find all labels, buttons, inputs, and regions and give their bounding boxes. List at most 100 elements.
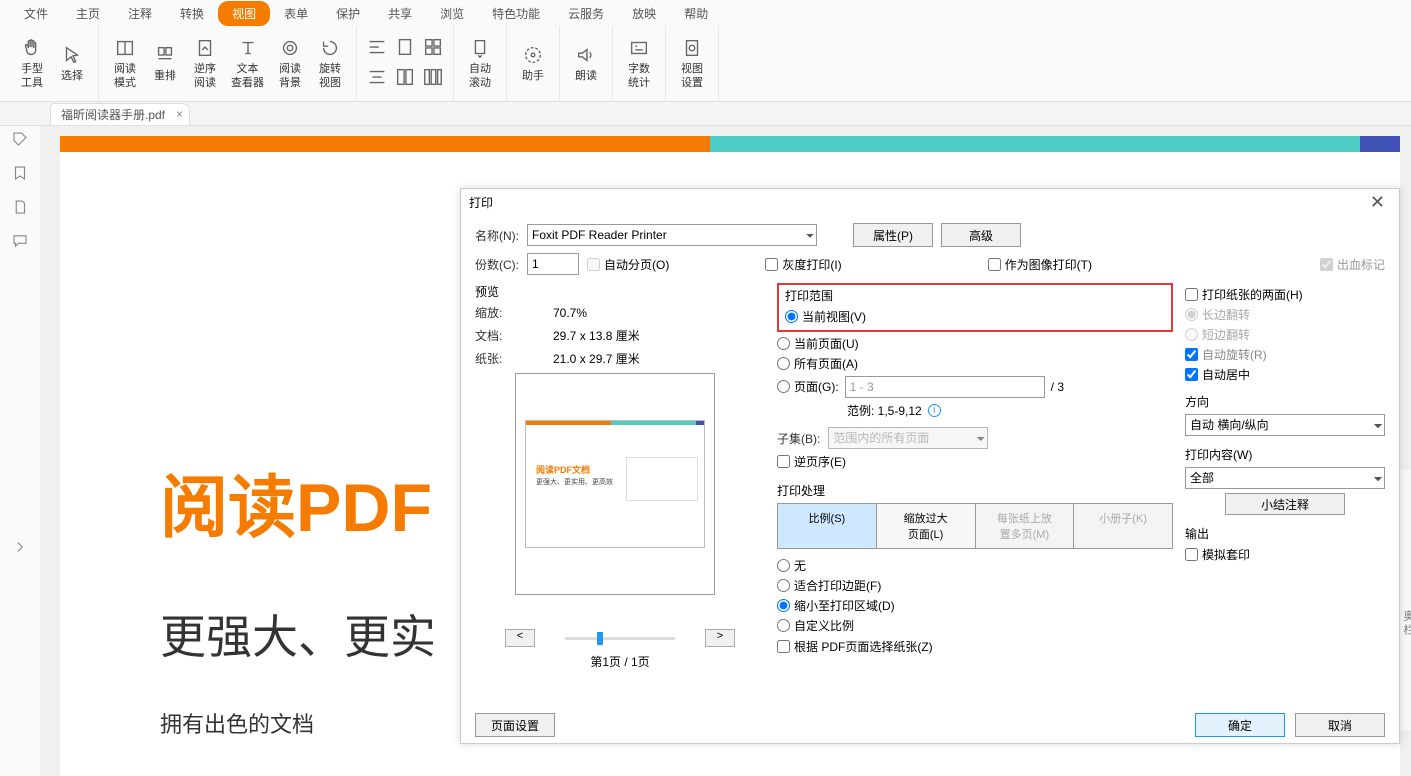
ok-button[interactable]: 确定 bbox=[1195, 713, 1285, 737]
handling-fit-tab[interactable]: 缩放过大页面(L) bbox=[877, 504, 976, 548]
advanced-button[interactable]: 高级 bbox=[941, 223, 1021, 247]
grid-1-button[interactable] bbox=[391, 35, 419, 63]
menu-item-4[interactable]: 视图 bbox=[218, 1, 270, 26]
rotate-view-button[interactable]: 旋转视图 bbox=[310, 32, 350, 96]
zoom-value: 70.7% bbox=[553, 306, 587, 320]
long-edge-radio: 长边翻转 bbox=[1185, 306, 1385, 323]
text-viewer-button[interactable]: 文本查看器 bbox=[225, 32, 270, 96]
menu-item-8[interactable]: 浏览 bbox=[426, 1, 478, 26]
properties-button[interactable]: 属性(P) bbox=[853, 223, 933, 247]
rearrange-button[interactable]: 重排 bbox=[145, 32, 185, 96]
menu-item-7[interactable]: 共享 bbox=[374, 1, 426, 26]
grayscale-checkbox[interactable]: 灰度打印(I) bbox=[765, 256, 841, 273]
output-label: 输出 bbox=[1185, 525, 1385, 542]
grid-3-button[interactable] bbox=[419, 35, 447, 63]
menu-item-9[interactable]: 特色功能 bbox=[478, 1, 554, 26]
print-as-image-checkbox[interactable]: 作为图像打印(T) bbox=[988, 256, 1092, 273]
document-tab[interactable]: 福昕阅读器手册.pdf × bbox=[50, 103, 190, 125]
reverse-read-button[interactable]: 逆序阅读 bbox=[185, 32, 225, 96]
handling-booklet-tab: 小册子(K) bbox=[1074, 504, 1172, 548]
menu-item-5[interactable]: 表单 bbox=[270, 1, 322, 26]
next-page-button[interactable]: > bbox=[705, 629, 735, 647]
menu-item-10[interactable]: 云服务 bbox=[554, 1, 618, 26]
scale-shrink-radio[interactable]: 缩小至打印区域(D) bbox=[777, 597, 1173, 614]
menu-item-12[interactable]: 帮助 bbox=[670, 1, 722, 26]
menu-item-11[interactable]: 放映 bbox=[618, 1, 670, 26]
select-button[interactable]: 选择 bbox=[52, 32, 92, 96]
handling-label: 打印处理 bbox=[777, 482, 1173, 499]
info-icon[interactable]: i bbox=[928, 404, 941, 417]
copies-input[interactable] bbox=[527, 253, 579, 275]
tab-label: 福昕阅读器手册.pdf bbox=[61, 106, 165, 123]
bookmark-icon[interactable] bbox=[11, 164, 29, 182]
handling-scale-tab[interactable]: 比例(S) bbox=[778, 504, 877, 548]
range-total-label: / 3 bbox=[1051, 380, 1064, 394]
range-pages-radio[interactable]: 页面(G): bbox=[777, 378, 839, 395]
page-setup-button[interactable]: 页面设置 bbox=[475, 713, 555, 737]
menu-item-3[interactable]: 转换 bbox=[166, 1, 218, 26]
preview-panel: 预览 缩放:70.7% 文档:29.7 x 13.8 厘米 纸张:21.0 x … bbox=[475, 283, 765, 670]
read-bg-button[interactable]: 阅读背景 bbox=[270, 32, 310, 96]
text-icon bbox=[237, 37, 259, 59]
close-icon[interactable]: ✕ bbox=[1364, 192, 1391, 213]
color-stripe bbox=[60, 136, 1400, 152]
both-sides-checkbox[interactable]: 打印纸张的两面(H) bbox=[1185, 286, 1385, 303]
orientation-label: 方向 bbox=[1185, 393, 1385, 410]
menu-item-6[interactable]: 保护 bbox=[322, 1, 374, 26]
doc-size-value: 29.7 x 13.8 厘米 bbox=[553, 327, 640, 344]
read-aloud-button[interactable]: 朗读 bbox=[566, 32, 606, 96]
view-settings-button[interactable]: 视图设置 bbox=[672, 32, 712, 96]
tag-icon[interactable] bbox=[11, 130, 29, 148]
align-center-icon bbox=[366, 66, 388, 88]
rearrange-icon bbox=[154, 44, 176, 66]
menu-item-2[interactable]: 注释 bbox=[114, 1, 166, 26]
auto-scroll-button[interactable]: 自动滚动 bbox=[460, 32, 500, 96]
summary-comments-button[interactable]: 小结注释 bbox=[1225, 493, 1345, 515]
grid-4-button[interactable] bbox=[419, 65, 447, 93]
comment-icon[interactable] bbox=[11, 232, 29, 250]
short-edge-radio: 短边翻转 bbox=[1185, 326, 1385, 343]
range-pages-input[interactable] bbox=[845, 376, 1045, 398]
page-slider[interactable] bbox=[565, 637, 675, 640]
bleed-marks-checkbox[interactable]: 出血标记 bbox=[1320, 256, 1385, 273]
printer-name-label: 名称(N): bbox=[475, 227, 519, 244]
auto-paginate-checkbox[interactable]: 自动分页(O) bbox=[587, 256, 669, 273]
align-center-button[interactable] bbox=[363, 65, 391, 93]
auto-rotate-checkbox[interactable]: 自动旋转(R) bbox=[1185, 346, 1385, 363]
align-left-button[interactable] bbox=[363, 35, 391, 63]
subset-label: 子集(B): bbox=[777, 430, 820, 447]
word-count-button[interactable]: 字数统计 bbox=[619, 32, 659, 96]
choose-paper-checkbox[interactable]: 根据 PDF页面选择纸张(Z) bbox=[777, 638, 1173, 655]
doc-size-label: 文档: bbox=[475, 327, 545, 344]
menu-item-0[interactable]: 文件 bbox=[10, 1, 62, 26]
page-icon[interactable] bbox=[11, 198, 29, 216]
dialog-titlebar: 打印 ✕ bbox=[461, 189, 1399, 215]
orientation-select[interactable]: 自动 横向/纵向 bbox=[1185, 414, 1385, 436]
auto-center-checkbox[interactable]: 自动居中 bbox=[1185, 366, 1385, 383]
content-label: 打印内容(W) bbox=[1185, 446, 1385, 463]
grid-2-button[interactable] bbox=[391, 65, 419, 93]
scale-none-radio[interactable]: 无 bbox=[777, 557, 1173, 574]
menu-item-1[interactable]: 主页 bbox=[62, 1, 114, 26]
hand-tool-button[interactable]: 手型工具 bbox=[12, 32, 52, 96]
cancel-button[interactable]: 取消 bbox=[1295, 713, 1385, 737]
prev-page-button[interactable]: < bbox=[505, 629, 535, 647]
read-mode-button[interactable]: 阅读模式 bbox=[105, 32, 145, 96]
content-select[interactable]: 全部 bbox=[1185, 467, 1385, 489]
simulate-overprint-checkbox[interactable]: 模拟套印 bbox=[1185, 546, 1385, 563]
scale-custom-radio[interactable]: 自定义比例 bbox=[777, 617, 1173, 634]
ribbon: 手型工具 选择 阅读模式 重排 逆序阅读 文本查看器 阅读背景 旋转视图 自动滚… bbox=[0, 26, 1411, 102]
expand-icon[interactable] bbox=[11, 538, 29, 556]
reverse-order-checkbox[interactable]: 逆页序(E) bbox=[777, 453, 1173, 470]
subset-select: 范围内的所有页面 bbox=[828, 427, 988, 449]
paper-size-label: 纸张: bbox=[475, 350, 545, 367]
close-icon[interactable]: × bbox=[176, 107, 183, 121]
range-current-view-radio[interactable]: 当前视图(V) bbox=[785, 308, 866, 325]
range-current-page-radio[interactable]: 当前页面(U) bbox=[777, 335, 1173, 352]
assistant-button[interactable]: 助手 bbox=[513, 32, 553, 96]
print-dialog: 打印 ✕ 名称(N): Foxit PDF Reader Printer 属性(… bbox=[460, 188, 1400, 744]
grid1-icon bbox=[394, 36, 416, 58]
range-all-radio[interactable]: 所有页面(A) bbox=[777, 355, 1173, 372]
scale-fit-margins-radio[interactable]: 适合打印边距(F) bbox=[777, 577, 1173, 594]
printer-name-select[interactable]: Foxit PDF Reader Printer bbox=[527, 224, 817, 246]
